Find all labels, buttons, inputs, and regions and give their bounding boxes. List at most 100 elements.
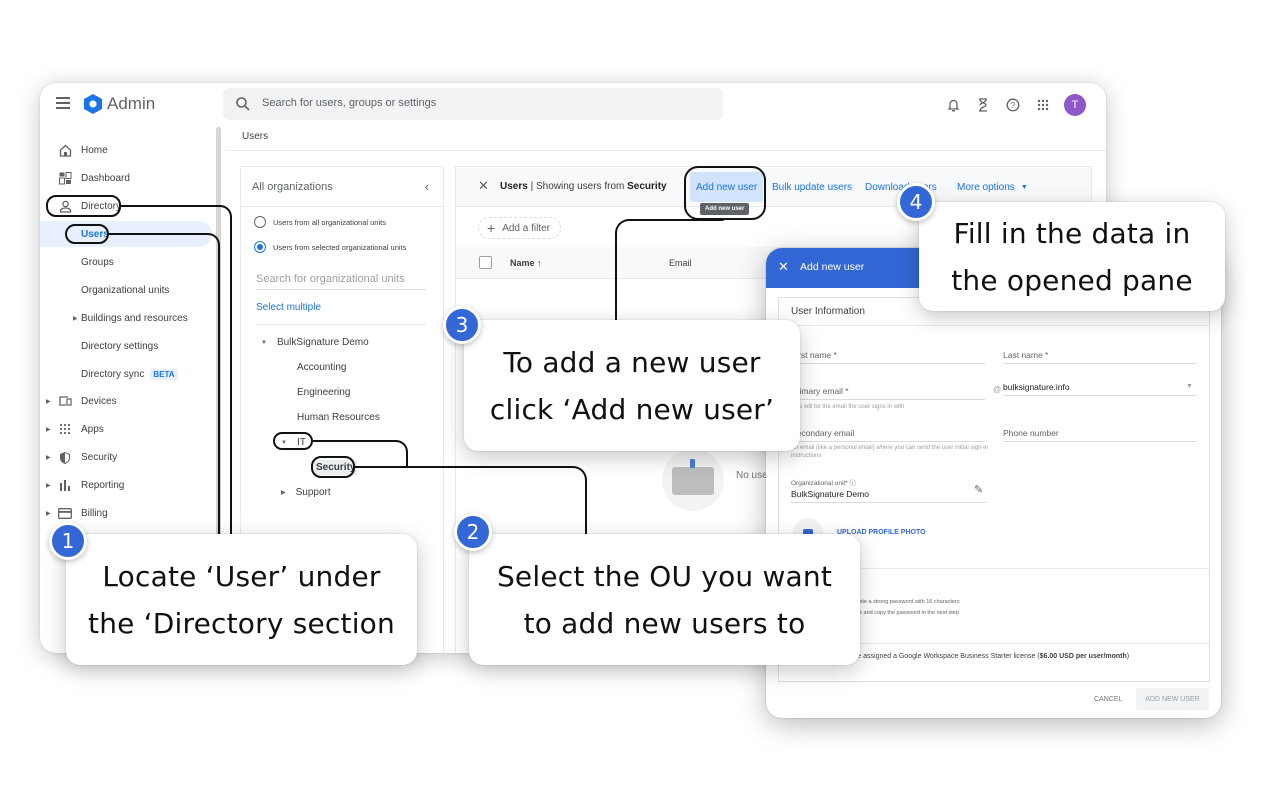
more-options-button[interactable]: More options ▼	[951, 172, 1034, 202]
admin-logo-icon	[84, 94, 102, 114]
radio-button-selected[interactable]	[254, 241, 266, 253]
avatar[interactable]: T	[1064, 94, 1086, 116]
help-icon[interactable]: ?	[998, 92, 1028, 118]
step-badge-2: 2	[454, 513, 492, 551]
highlight-it	[273, 432, 313, 450]
callout-step-1: Locate ‘User’ under the ‘Directory secti…	[66, 534, 417, 665]
expand-caret-icon: ▶	[46, 510, 51, 517]
tree-item-support[interactable]: ▶ Support	[281, 487, 331, 498]
credit-card-icon	[58, 506, 72, 520]
tree-item-human-resources[interactable]: Human Resources	[297, 412, 380, 423]
users-panel-header: ✕ Users | Showing users from Security Ad…	[456, 167, 1091, 207]
callout-step-3: To add a new user click ‘Add new user’	[464, 320, 800, 451]
id-card-icon	[672, 467, 714, 495]
expand-caret-icon: ▶	[73, 315, 78, 322]
search-icon	[236, 97, 250, 111]
expand-caret-icon: ▶	[46, 454, 51, 461]
expand-caret-icon: ▶	[46, 398, 51, 405]
connector-line	[615, 219, 725, 323]
domain-select[interactable]: bulksignature.info	[1003, 382, 1197, 396]
bulk-update-users-button[interactable]: Bulk update users	[766, 172, 858, 202]
connector-line	[108, 233, 220, 535]
bar-chart-icon	[58, 478, 72, 492]
column-header-name[interactable]: Name ↑	[510, 258, 542, 268]
expand-caret-icon: ▶	[46, 426, 51, 433]
at-symbol: @	[993, 385, 1002, 394]
cancel-button[interactable]: CANCEL	[1094, 696, 1122, 703]
search-placeholder: Search for users, groups or settings	[262, 97, 437, 109]
org-search-input[interactable]: Search for organizational units	[256, 273, 426, 290]
org-panel-header: All organizations ‹	[241, 167, 443, 207]
hourglass-icon[interactable]	[968, 92, 998, 118]
connector-line	[312, 440, 408, 467]
select-multiple-link[interactable]: Select multiple	[256, 302, 321, 313]
tree-item-accounting[interactable]: Accounting	[297, 362, 346, 373]
select-all-checkbox[interactable]	[479, 256, 492, 269]
users-panel-title: Users | Showing users from Security	[500, 181, 667, 192]
radio-all-units[interactable]: Users from all organizational units	[254, 216, 386, 228]
highlight-add-new-user	[684, 166, 766, 220]
org-panel-title: All organizations	[252, 181, 333, 193]
sort-arrow-icon: ↑	[537, 258, 542, 268]
dashboard-icon	[58, 171, 72, 185]
add-new-user-submit-button[interactable]: ADD NEW USER	[1136, 688, 1209, 710]
dropdown-arrow-icon: ▼	[1186, 383, 1193, 390]
app-title: Admin	[107, 94, 156, 113]
divider	[779, 325, 1209, 326]
dropdown-arrow-icon: ▼	[1020, 183, 1028, 191]
collapse-chevron-icon[interactable]: ‹	[425, 179, 429, 194]
secondary-email-field[interactable]: Secondary email	[791, 428, 985, 442]
callout-text-line: to add new users to	[523, 606, 806, 640]
apps-icon	[58, 422, 72, 436]
radio-selected-units[interactable]: Users from selected organizational units	[254, 241, 406, 253]
step-badge-3: 3	[443, 306, 481, 344]
phone-number-field[interactable]: Phone number	[1003, 428, 1197, 442]
help-icon[interactable]: ⓘ	[850, 480, 857, 487]
edit-pencil-icon[interactable]: ✎	[974, 483, 983, 496]
shield-icon	[58, 450, 72, 464]
callout-step-4: Fill in the data in the opened pane	[919, 202, 1225, 311]
home-icon	[58, 143, 72, 157]
menu-icon[interactable]	[56, 97, 70, 109]
last-name-field[interactable]: Last name *	[1003, 350, 1197, 364]
highlight-users	[65, 224, 109, 244]
ou-label: Organizational unit* ⓘ	[791, 480, 857, 487]
sidebar-item-home[interactable]: Home	[40, 137, 212, 163]
primary-email-field[interactable]: Primary email *	[791, 386, 985, 400]
tree-item-root[interactable]: ▼ BulkSignature Demo	[261, 337, 369, 348]
divider	[226, 150, 1106, 151]
add-filter-button[interactable]: + Add a filter	[478, 217, 561, 239]
pane-title: Add new user	[800, 261, 865, 273]
apps-grid-icon[interactable]	[1028, 92, 1058, 118]
highlight-directory	[46, 195, 121, 217]
step-badge-4: 4	[897, 183, 935, 221]
primary-email-hint: This will be the email the user signs in…	[791, 404, 905, 410]
secondary-email-hint: An email (like a personal email) where y…	[791, 445, 989, 459]
callout-text-line: click ‘Add new user’	[489, 392, 775, 426]
top-icons: ? T	[938, 92, 1086, 118]
collapse-caret-icon: ▼	[261, 339, 267, 346]
close-icon[interactable]: ✕	[478, 178, 489, 194]
callout-text-line: Fill in the data in	[953, 216, 1191, 250]
close-icon[interactable]: ✕	[778, 259, 789, 275]
bell-icon[interactable]	[938, 92, 968, 118]
radio-button[interactable]	[254, 216, 266, 228]
search-input[interactable]: Search for users, groups or settings	[223, 88, 723, 120]
expand-caret-icon: ▶	[46, 482, 51, 489]
plus-icon: +	[487, 220, 496, 236]
callout-text-line: Locate ‘User’ under	[102, 559, 381, 593]
tree-item-engineering[interactable]: Engineering	[297, 387, 350, 398]
sidebar-item-dashboard[interactable]: Dashboard	[40, 165, 212, 191]
callout-step-2: Select the OU you want to add new users …	[469, 534, 860, 665]
callout-text-line: To add a new user	[503, 345, 761, 379]
expand-caret-icon: ▶	[281, 490, 286, 496]
first-name-field[interactable]: First name *	[791, 350, 985, 364]
ou-field[interactable]: BulkSignature Demo	[791, 489, 987, 503]
id-card-clip	[690, 459, 695, 468]
empty-state-illustration	[662, 449, 724, 511]
callout-text-line: the opened pane	[951, 263, 1193, 297]
divider	[256, 324, 426, 325]
svg-text:?: ?	[1011, 101, 1016, 110]
breadcrumb: Users	[242, 131, 269, 142]
devices-icon	[58, 394, 72, 408]
